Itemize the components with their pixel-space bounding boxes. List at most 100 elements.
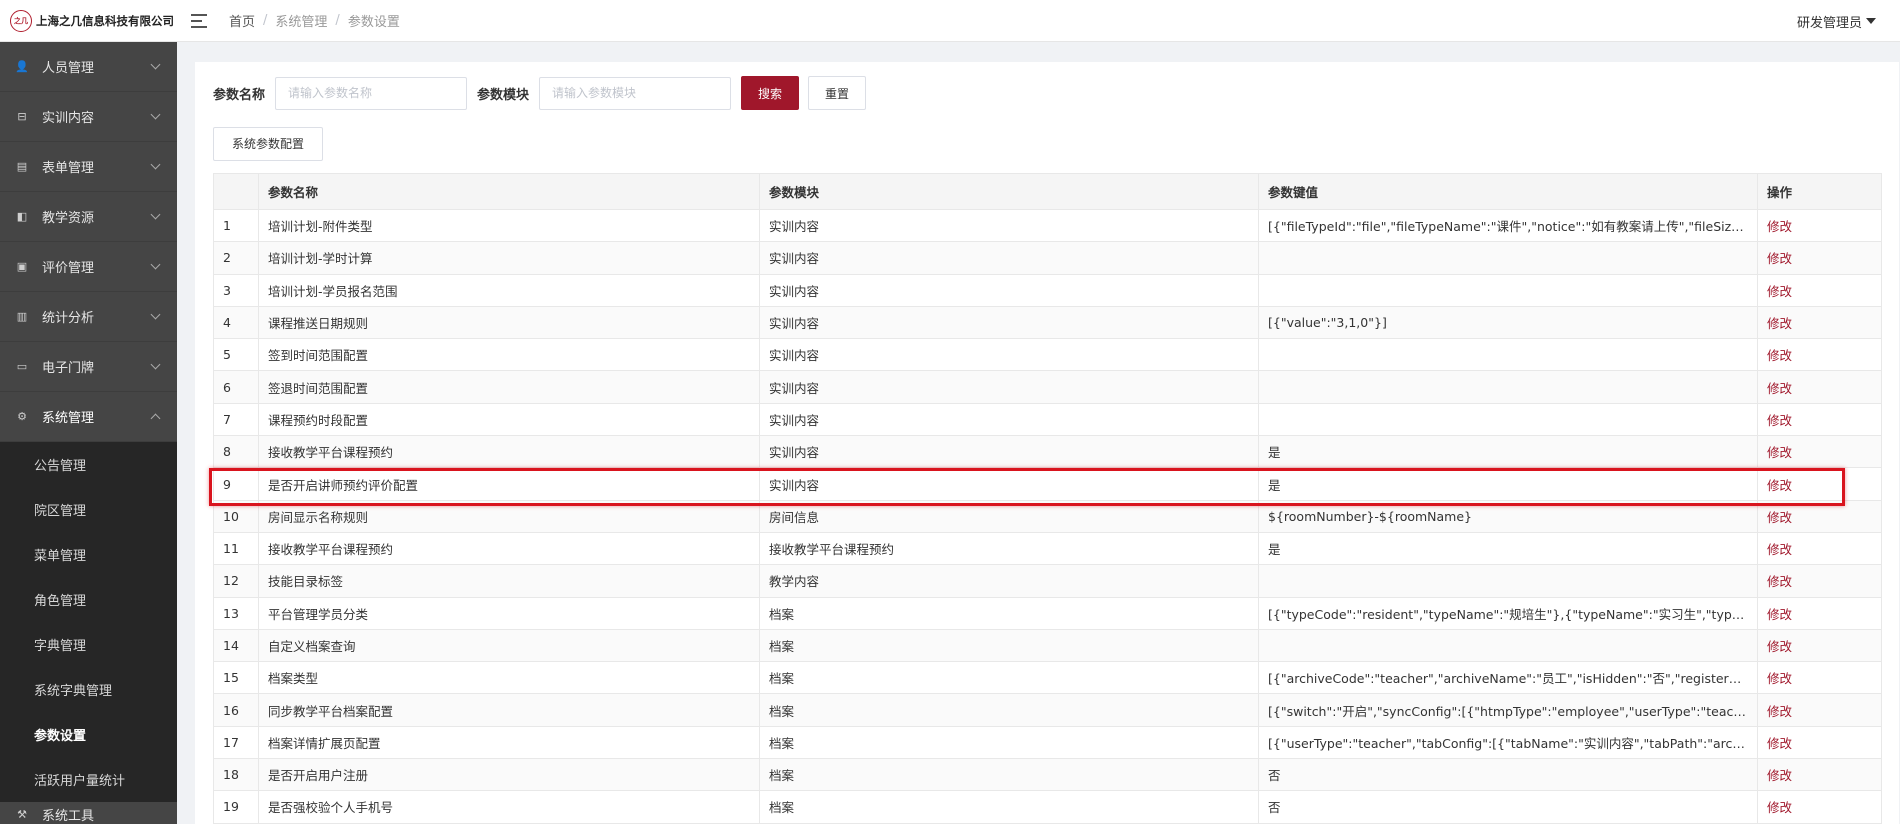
edit-link[interactable]: 修改 xyxy=(1767,768,1792,783)
cell-value: [{"userType":"teacher","tabConfig":[{"ta… xyxy=(1258,725,1758,760)
edit-link[interactable]: 修改 xyxy=(1767,413,1792,428)
edit-link[interactable]: 修改 xyxy=(1767,251,1792,266)
user-menu[interactable]: 研发管理员 xyxy=(1797,0,1876,42)
cell-index: 16 xyxy=(213,693,259,727)
sidebar-item-2[interactable]: ▤ 表单管理 xyxy=(0,142,177,192)
edit-link[interactable]: 修改 xyxy=(1767,284,1792,299)
cell-module: 档案 xyxy=(759,693,1259,727)
sidebar-item-3[interactable]: ◧ 教学资源 xyxy=(0,192,177,242)
brand-logo-icon: 之几 xyxy=(10,9,32,32)
chevron-icon xyxy=(150,413,161,424)
table-row: 11 接收教学平台课程预约 接收教学平台课程预约是修改 xyxy=(213,531,1882,566)
table-row: 5 签到时间范围配置 实训内容 修改 xyxy=(213,338,1882,372)
brand[interactable]: 之几 上海之几信息科技有限公司 xyxy=(0,0,177,42)
sidebar-item-label: 评价管理 xyxy=(42,261,95,276)
cell-value: [{"fileTypeId":"file","fileTypeName":"课件… xyxy=(1258,208,1758,243)
breadcrumb-system[interactable]: 系统管理 xyxy=(275,11,327,30)
submenu-item-7[interactable]: 活跃用户量统计 xyxy=(0,757,177,802)
edit-link[interactable]: 修改 xyxy=(1767,348,1792,363)
cell-name: 档案详情扩展页配置 xyxy=(258,725,760,760)
cell-action: 修改 xyxy=(1757,693,1882,727)
submenu-item-5[interactable]: 系统字典管理 xyxy=(0,667,177,712)
param-name-input[interactable] xyxy=(275,76,468,110)
menu-toggle-icon[interactable] xyxy=(191,13,207,28)
cell-module: 档案 xyxy=(759,758,1259,792)
breadcrumb-separator: / xyxy=(263,13,268,28)
cell-name: 培训计划-学时计算 xyxy=(258,241,760,275)
table-row: 12 技能目录标签 教学内容 修改 xyxy=(213,564,1882,598)
edit-link[interactable]: 修改 xyxy=(1767,510,1792,525)
sidebar: 👤 人员管理 ⊟ 实训内容 ▤ 表单管理 ◧ 教学资源 ▣ 评价管理 ▥ 统计分析 ▭ 电子门牌 ⚙ 系统管理… xyxy=(0,42,177,824)
sidebar-item-6[interactable]: ▭ 电子门牌 xyxy=(0,342,177,392)
cell-value xyxy=(1258,402,1758,437)
chevron-icon xyxy=(150,159,161,170)
form-icon: ▤ xyxy=(16,160,28,173)
cell-value xyxy=(1258,370,1758,404)
breadcrumb-home[interactable]: 首页 xyxy=(229,11,255,30)
cell-name: 签退时间范围配置 xyxy=(258,370,760,404)
cell-value: [{"typeCode":"resident","typeName":"规培生"… xyxy=(1258,596,1758,630)
cell-name: 房间显示名称规则 xyxy=(258,499,760,533)
cell-module: 实训内容 xyxy=(759,338,1259,372)
edit-link[interactable]: 修改 xyxy=(1767,607,1792,622)
cell-module: 实训内容 xyxy=(759,370,1259,404)
edit-link[interactable]: 修改 xyxy=(1767,800,1792,815)
sidebar-item-next[interactable]: ⚒ 系统工具 xyxy=(0,802,177,824)
submenu-item-3[interactable]: 角色管理 xyxy=(0,577,177,622)
edit-link[interactable]: 修改 xyxy=(1767,704,1792,719)
edit-link[interactable]: 修改 xyxy=(1767,671,1792,686)
table-row: 15 档案类型 档案 [{"archiveCode":"teacher","archi… xyxy=(213,661,1882,695)
cell-action: 修改 xyxy=(1757,241,1882,275)
reset-button[interactable]: 重置 xyxy=(808,76,867,110)
table-row: 10 房间显示名称规则 房间信息 ${roomNumber}-${roomName} 修… xyxy=(213,499,1882,533)
edit-link[interactable]: 修改 xyxy=(1767,639,1792,654)
cell-name: 培训计划-学员报名范围 xyxy=(258,273,760,307)
param-module-input[interactable] xyxy=(539,76,732,110)
sidebar-item-5[interactable]: ▥ 统计分析 xyxy=(0,292,177,342)
gear-icon: ⚙ xyxy=(17,410,27,423)
chevron-icon xyxy=(150,259,161,270)
table-row: 14 自定义档案查询 档案 修改 xyxy=(213,628,1882,663)
system-config-button[interactable]: 系统参数配置 xyxy=(213,126,324,161)
cell-name: 签到时间范围配置 xyxy=(258,338,760,372)
cell-action: 修改 xyxy=(1757,564,1882,598)
cell-name: 技能目录标签 xyxy=(258,564,760,598)
submenu-item-2[interactable]: 菜单管理 xyxy=(0,532,177,577)
cell-index: 15 xyxy=(213,661,259,695)
edit-link[interactable]: 修改 xyxy=(1767,445,1792,460)
submenu-item-6[interactable]: 参数设置 xyxy=(0,712,177,757)
cell-value xyxy=(1258,338,1758,372)
table-row: 4 课程推送日期规则 实训内容 [{"value":"3,1,0"}] 修改 xyxy=(213,305,1882,340)
cell-index: 1 xyxy=(213,208,259,243)
edit-link[interactable]: 修改 xyxy=(1767,219,1792,234)
cell-module: 档案 xyxy=(759,661,1259,695)
cell-name: 课程推送日期规则 xyxy=(258,305,760,340)
submenu-item-4[interactable]: 字典管理 xyxy=(0,622,177,667)
sidebar-item-4[interactable]: ▣ 评价管理 xyxy=(0,242,177,292)
edit-link[interactable]: 修改 xyxy=(1767,316,1792,331)
edit-link[interactable]: 修改 xyxy=(1767,574,1792,589)
sidebar-item-1[interactable]: ⊟ 实训内容 xyxy=(0,92,177,142)
sidebar-item-0[interactable]: 👤 人员管理 xyxy=(0,42,177,92)
chevron-icon xyxy=(150,209,161,220)
cell-name: 平台管理学员分类 xyxy=(258,596,760,630)
table-header-row: 参数名称 参数模块 参数键值 操作 xyxy=(213,173,1882,210)
cell-value: 否 xyxy=(1258,758,1758,792)
search-button[interactable]: 搜索 xyxy=(741,76,800,110)
submenu-system: 公告管理 院区管理 菜单管理 角色管理 字典管理 系统字典管理 参数设置 活跃用户量统计 xyxy=(0,442,177,802)
chevron-icon xyxy=(150,309,161,320)
column-header-action: 操作 xyxy=(1757,173,1882,210)
edit-link[interactable]: 修改 xyxy=(1767,542,1792,557)
edit-link[interactable]: 修改 xyxy=(1767,381,1792,396)
cell-action: 修改 xyxy=(1757,628,1882,663)
table-row: 13 平台管理学员分类 档案 [{"typeCode":"resident","typ… xyxy=(213,596,1882,630)
cell-action: 修改 xyxy=(1757,435,1882,469)
submenu-item-0[interactable]: 公告管理 xyxy=(0,442,177,487)
submenu-item-1[interactable]: 院区管理 xyxy=(0,487,177,532)
cell-value: [{"value":"3,1,0"}] xyxy=(1258,305,1758,340)
edit-link[interactable]: 修改 xyxy=(1767,478,1792,493)
cell-action: 修改 xyxy=(1757,467,1882,501)
sidebar-item-7[interactable]: ⚙ 系统管理 xyxy=(0,392,177,442)
edit-link[interactable]: 修改 xyxy=(1767,736,1792,751)
evaluation-icon: ▣ xyxy=(16,260,28,273)
